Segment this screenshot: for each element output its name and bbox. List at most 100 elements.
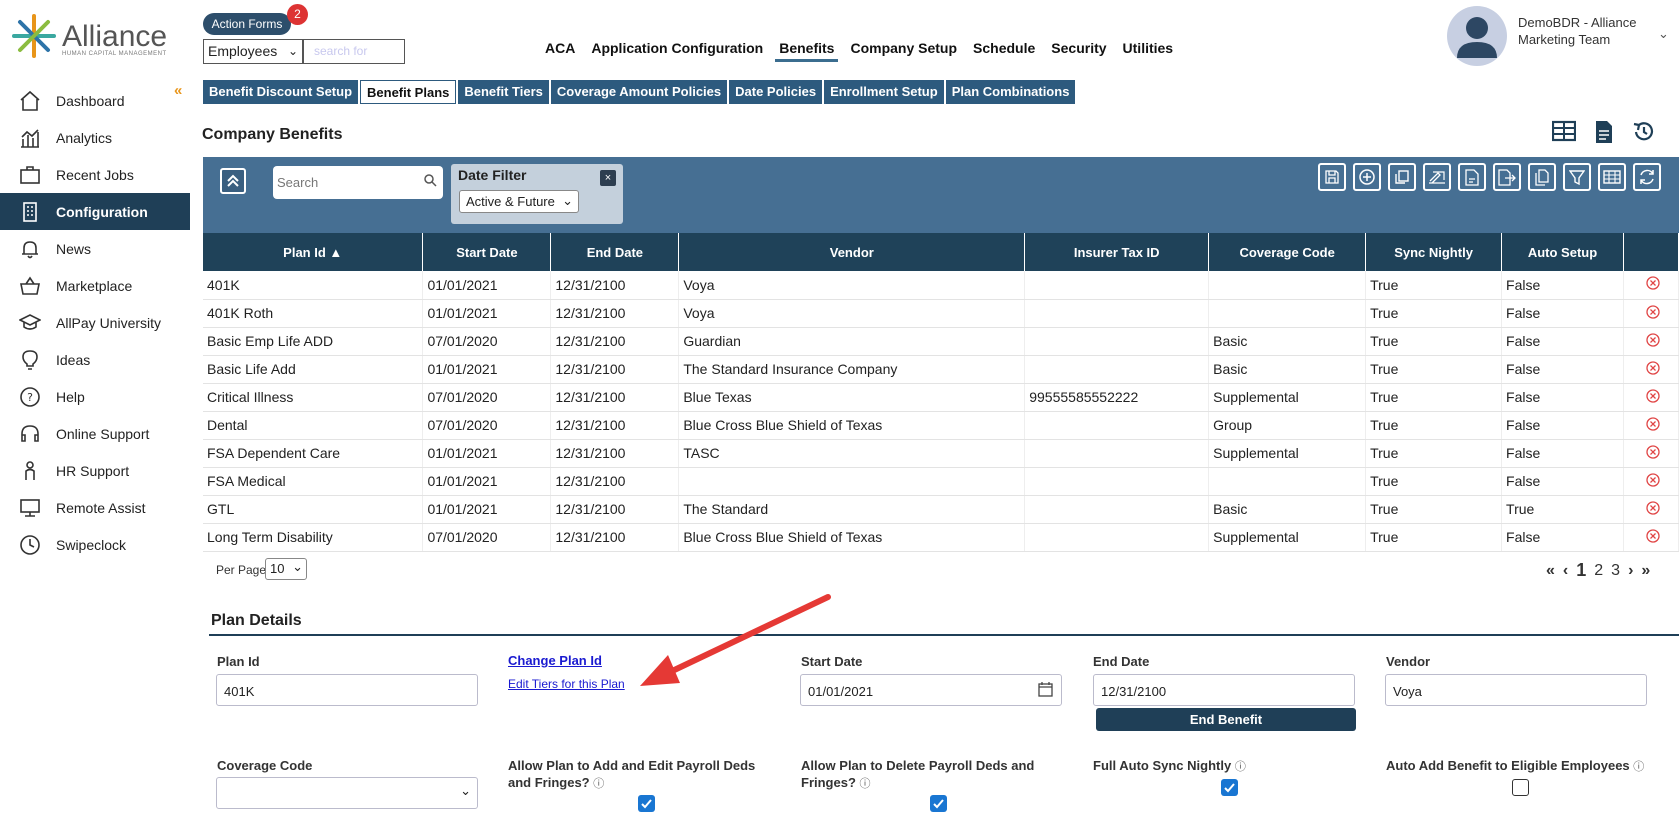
sidebar-item-swipeclock[interactable]: Swipeclock bbox=[0, 526, 190, 563]
edit-multiple-icon[interactable] bbox=[1423, 163, 1451, 191]
info-icon[interactable]: ⓘ bbox=[1235, 761, 1246, 773]
page-2[interactable]: 2 bbox=[1594, 562, 1603, 580]
column-end-date[interactable]: End Date bbox=[550, 233, 680, 271]
table-row[interactable]: FSA Medical 01/01/2021 12/31/2100 True False bbox=[203, 467, 1679, 496]
plan-id-input[interactable]: 401K bbox=[216, 674, 478, 706]
delete-row-icon[interactable] bbox=[1623, 271, 1679, 300]
sidebar-item-online-support[interactable]: Online Support bbox=[0, 415, 190, 452]
allow-delete-checkbox[interactable] bbox=[930, 795, 947, 812]
info-icon[interactable]: ⓘ bbox=[1633, 761, 1644, 773]
user-name[interactable]: DemoBDR - Alliance Marketing Team bbox=[1518, 14, 1637, 48]
sidebar-item-ideas[interactable]: Ideas bbox=[0, 341, 190, 378]
refresh-icon[interactable] bbox=[1633, 163, 1661, 191]
collapse-toolbar-button[interactable] bbox=[220, 168, 246, 194]
table-row[interactable]: Dental 07/01/2020 12/31/2100 Blue Cross Blu… bbox=[203, 411, 1679, 440]
sidebar-item-allpay-university[interactable]: AllPay University bbox=[0, 304, 190, 341]
tab-plan-combinations[interactable]: Plan Combinations bbox=[945, 80, 1076, 104]
delete-row-icon[interactable] bbox=[1623, 299, 1679, 328]
allow-add-checkbox[interactable] bbox=[638, 795, 655, 812]
table-row[interactable]: 401K Roth 01/01/2021 12/31/2100 Voya True Fal… bbox=[203, 299, 1679, 328]
table-row[interactable]: Basic Life Add 01/01/2021 12/31/2100 The St… bbox=[203, 355, 1679, 384]
employee-type-select[interactable]: Employees ⌄ bbox=[203, 39, 303, 64]
nav-utilities[interactable]: Utilities bbox=[1123, 40, 1174, 56]
tab-benefit-plans[interactable]: Benefit Plans bbox=[360, 80, 457, 104]
nav-application-configuration[interactable]: Application Configuration bbox=[591, 40, 763, 56]
delete-row-icon[interactable] bbox=[1623, 523, 1679, 552]
sidebar-item-configuration[interactable]: Configuration bbox=[0, 193, 190, 230]
page-3[interactable]: 3 bbox=[1611, 562, 1620, 580]
delete-row-icon[interactable] bbox=[1623, 495, 1679, 524]
page-current[interactable]: 1 bbox=[1576, 560, 1586, 581]
column-plan-id[interactable]: Plan Id ▲ bbox=[203, 233, 424, 271]
full-sync-checkbox[interactable] bbox=[1221, 779, 1238, 796]
sidebar-item-remote-assist[interactable]: Remote Assist bbox=[0, 489, 190, 526]
tab-benefit-tiers[interactable]: Benefit Tiers bbox=[458, 80, 549, 104]
action-forms-button[interactable]: Action Forms bbox=[203, 13, 291, 35]
delete-row-icon[interactable] bbox=[1623, 411, 1679, 440]
sidebar-item-hr-support[interactable]: HR Support bbox=[0, 452, 190, 489]
change-plan-id-link[interactable]: Change Plan Id bbox=[508, 653, 602, 668]
columns-icon[interactable] bbox=[1598, 163, 1626, 191]
column-insurer-tax-id[interactable]: Insurer Tax ID bbox=[1024, 233, 1210, 271]
column-sync-nightly[interactable]: Sync Nightly bbox=[1365, 233, 1503, 271]
sidebar-item-help[interactable]: ? Help bbox=[0, 378, 190, 415]
nav-benefits[interactable]: Benefits bbox=[775, 40, 839, 62]
delete-row-icon[interactable] bbox=[1623, 467, 1679, 496]
end-date-input[interactable]: 12/31/2100 bbox=[1093, 674, 1355, 706]
delete-row-icon[interactable] bbox=[1623, 327, 1679, 356]
add-icon[interactable] bbox=[1353, 163, 1381, 191]
sidebar-item-marketplace[interactable]: Marketplace bbox=[0, 267, 190, 304]
nav-schedule[interactable]: Schedule bbox=[973, 40, 1035, 56]
employee-search-input[interactable]: search for bbox=[303, 39, 405, 64]
column-vendor[interactable]: Vendor bbox=[678, 233, 1026, 271]
last-page-icon[interactable]: » bbox=[1641, 562, 1650, 580]
edit-tiers-link[interactable]: Edit Tiers for this Plan bbox=[508, 677, 625, 691]
tab-date-policies[interactable]: Date Policies bbox=[729, 80, 823, 104]
table-row[interactable]: Basic Emp Life ADD 07/01/2020 12/31/2100 Gu… bbox=[203, 327, 1679, 356]
tab-coverage-amount-policies[interactable]: Coverage Amount Policies bbox=[550, 80, 728, 104]
info-icon[interactable]: ⓘ bbox=[860, 778, 871, 790]
nav-security[interactable]: Security bbox=[1051, 40, 1106, 56]
table-row[interactable]: GTL 01/01/2021 12/31/2100 The Standard Basic… bbox=[203, 495, 1679, 524]
calendar-icon[interactable] bbox=[1038, 681, 1054, 700]
close-icon[interactable]: × bbox=[600, 170, 616, 186]
grid-search-input[interactable]: Search bbox=[273, 166, 443, 199]
nav-company-setup[interactable]: Company Setup bbox=[850, 40, 957, 56]
delete-row-icon[interactable] bbox=[1623, 355, 1679, 384]
next-page-icon[interactable]: › bbox=[1628, 562, 1633, 580]
date-filter-select[interactable]: Active & Future ⌄ bbox=[459, 190, 579, 213]
tab-enrollment-setup[interactable]: Enrollment Setup bbox=[824, 80, 944, 104]
document-icon[interactable] bbox=[1594, 120, 1614, 147]
copy-icon[interactable] bbox=[1388, 163, 1416, 191]
history-icon[interactable] bbox=[1632, 120, 1656, 147]
table-row[interactable]: 401K 01/01/2021 12/31/2100 Voya True False bbox=[203, 271, 1679, 300]
column-auto-setup[interactable]: Auto Setup bbox=[1501, 233, 1624, 271]
coverage-code-select[interactable]: ⌄ bbox=[216, 777, 478, 809]
sidebar-item-dashboard[interactable]: Dashboard bbox=[0, 82, 190, 119]
tab-benefit-discount-setup[interactable]: Benefit Discount Setup bbox=[203, 80, 359, 104]
avatar[interactable] bbox=[1447, 6, 1507, 66]
duplicate-icon[interactable] bbox=[1528, 163, 1556, 191]
grid-view-icon[interactable] bbox=[1551, 120, 1577, 147]
table-row[interactable]: Long Term Disability 07/01/2020 12/31/2100… bbox=[203, 523, 1679, 552]
per-page-select[interactable]: 10 ⌄ bbox=[265, 558, 307, 580]
column-start-date[interactable]: Start Date bbox=[422, 233, 552, 271]
end-benefit-button[interactable]: End Benefit bbox=[1096, 708, 1356, 731]
export-pdf-icon[interactable] bbox=[1458, 163, 1486, 191]
filter-icon[interactable] bbox=[1563, 163, 1591, 191]
delete-row-icon[interactable] bbox=[1623, 439, 1679, 468]
sidebar-item-recent-jobs[interactable]: Recent Jobs bbox=[0, 156, 190, 193]
nav-aca[interactable]: ACA bbox=[545, 40, 575, 56]
auto-add-checkbox[interactable] bbox=[1512, 779, 1529, 796]
user-menu-chevron-icon[interactable]: ⌄ bbox=[1658, 26, 1669, 42]
first-page-icon[interactable]: « bbox=[1546, 562, 1555, 580]
sidebar-item-news[interactable]: News bbox=[0, 230, 190, 267]
prev-page-icon[interactable]: ‹ bbox=[1563, 562, 1568, 580]
info-icon[interactable]: ⓘ bbox=[593, 778, 604, 790]
save-icon[interactable] bbox=[1318, 163, 1346, 191]
export-icon[interactable] bbox=[1493, 163, 1521, 191]
table-row[interactable]: Critical Illness 07/01/2020 12/31/2100 Blue… bbox=[203, 383, 1679, 412]
sidebar-item-analytics[interactable]: Analytics bbox=[0, 119, 190, 156]
table-row[interactable]: FSA Dependent Care 01/01/2021 12/31/2100 TA… bbox=[203, 439, 1679, 468]
vendor-input[interactable]: Voya bbox=[1385, 674, 1647, 706]
